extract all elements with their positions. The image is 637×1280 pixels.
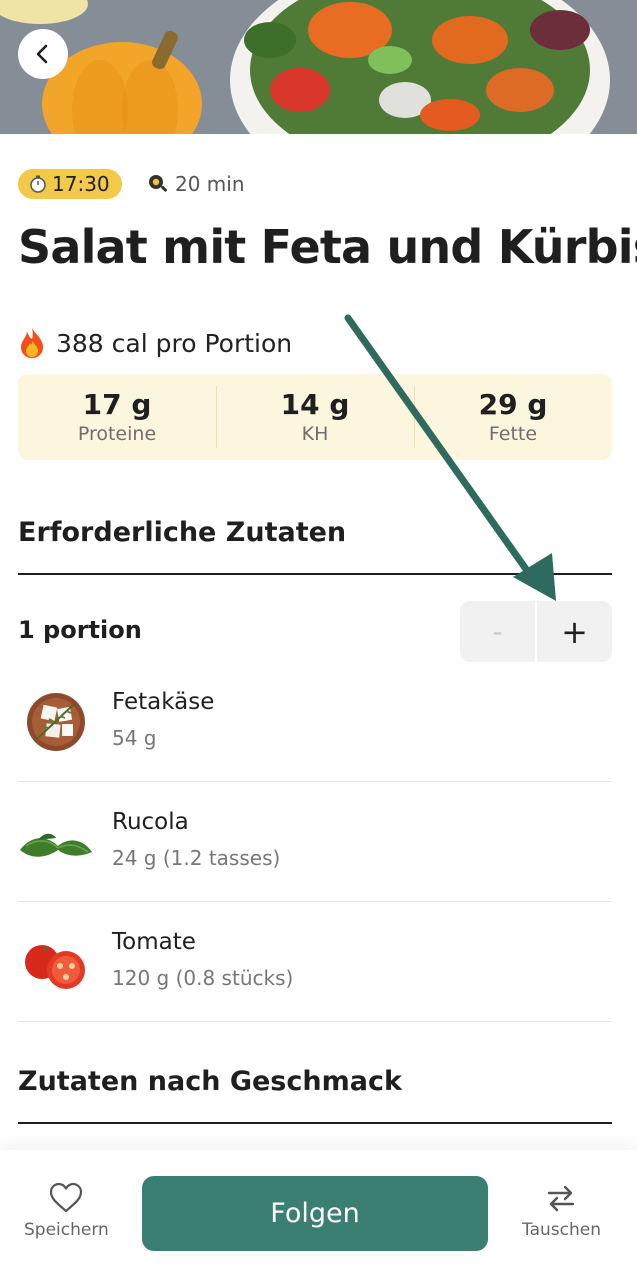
- swap-button[interactable]: Tauschen: [522, 1182, 601, 1240]
- time-badge-label: 17:30: [52, 172, 110, 196]
- frying-pan-icon: [149, 175, 167, 192]
- calories-label: 388 cal pro Portion: [56, 328, 293, 358]
- time-badge: 17:30: [18, 169, 122, 199]
- salad-photo: [0, 0, 637, 134]
- macro-value: 29 g: [478, 388, 548, 421]
- decrease-portion-button[interactable]: -: [460, 601, 535, 662]
- heart-icon: [50, 1182, 83, 1213]
- recipe-hero-image: [0, 0, 637, 134]
- ingredient-name: Fetakäse: [112, 689, 215, 715]
- ingredient-row[interactable]: Tomate 120 g (0.8 stücks): [18, 902, 612, 1022]
- macro-protein: 17 g Proteine: [18, 374, 216, 460]
- section-divider: [18, 1122, 612, 1124]
- stopwatch-icon: [30, 175, 46, 193]
- macro-label: Fette: [488, 423, 538, 445]
- save-button[interactable]: Speichern: [24, 1182, 109, 1240]
- feta-cheese-icon: [27, 693, 85, 751]
- section-divider: [18, 573, 612, 575]
- ingredient-amount: 54 g: [112, 726, 157, 750]
- cook-duration-label: 20 min: [175, 172, 245, 196]
- taste-ingredients-heading: Zutaten nach Geschmack: [18, 1066, 402, 1097]
- ingredient-name: Rucola: [112, 809, 189, 835]
- back-button[interactable]: [18, 29, 68, 79]
- macro-carbs: 14 g KH: [216, 374, 414, 460]
- ingredient-row[interactable]: Rucola 24 g (1.2 tasses): [18, 782, 612, 902]
- recipe-title: Salat mit Feta und Kürbis: [18, 220, 637, 274]
- macro-fat: 29 g Fette: [414, 374, 612, 460]
- fire-icon: [21, 328, 43, 358]
- portion-stepper: - +: [460, 601, 612, 662]
- macro-label: KH: [301, 423, 329, 445]
- macro-label: Proteine: [77, 423, 157, 445]
- cook-duration: 20 min: [147, 169, 245, 199]
- swap-arrows-icon: [548, 1185, 575, 1212]
- macro-value: 17 g: [82, 388, 152, 421]
- ingredient-amount: 120 g (0.8 stücks): [112, 966, 294, 990]
- tomato-icon: [25, 945, 85, 989]
- row-divider: [18, 1021, 612, 1022]
- swap-label: Tauschen: [522, 1220, 601, 1240]
- arugula-icon: [20, 833, 92, 857]
- follow-button[interactable]: Folgen: [142, 1176, 488, 1251]
- chevron-left-icon: [36, 44, 48, 64]
- calories-row: 388 cal pro Portion: [18, 323, 292, 363]
- macro-value: 14 g: [280, 388, 350, 421]
- ingredient-row[interactable]: Fetakäse 54 g: [18, 662, 612, 782]
- bottom-action-bar: Speichern Folgen Tauschen: [0, 1150, 637, 1280]
- ingredient-name: Tomate: [112, 929, 196, 955]
- required-ingredients-heading: Erforderliche Zutaten: [18, 517, 347, 548]
- save-label: Speichern: [24, 1220, 109, 1240]
- macros-card: 17 g Proteine 14 g KH 29 g Fette: [18, 374, 612, 460]
- increase-portion-button[interactable]: +: [537, 601, 612, 662]
- ingredient-amount: 24 g (1.2 tasses): [112, 846, 281, 870]
- portion-label: 1 portion: [18, 616, 142, 644]
